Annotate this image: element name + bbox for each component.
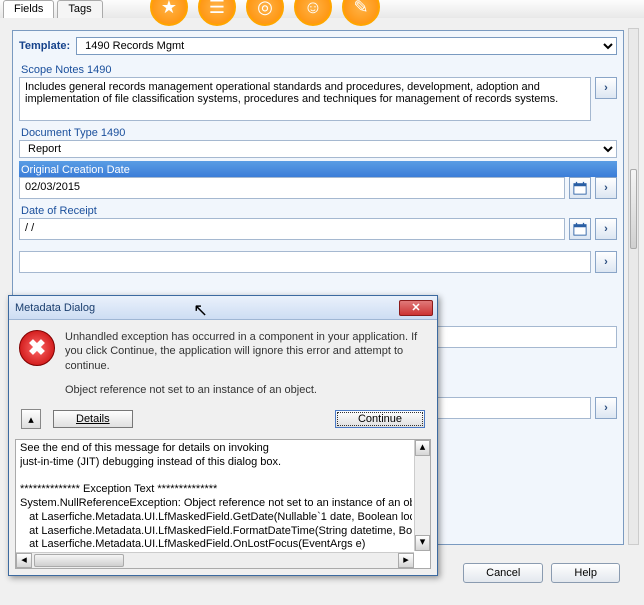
dialog-title: Metadata Dialog (13, 302, 399, 314)
orig-date-header: Original Creation Date (19, 161, 617, 177)
dialog-button-row: ▴ Details Continue (9, 403, 437, 439)
dialog-message: Unhandled exception has occurred in a co… (65, 330, 425, 397)
ribbon-icon-5[interactable]: ✎ (342, 0, 380, 26)
scroll-left-icon[interactable]: ◂ (16, 553, 32, 568)
hidden-field-row-1 (19, 251, 617, 273)
hidden-input-1[interactable] (19, 251, 591, 273)
dialog-body: ✖ Unhandled exception has occurred in a … (9, 320, 437, 403)
ribbon-icon-2[interactable]: ☰ (198, 0, 236, 26)
trace-hscroll-thumb[interactable] (34, 554, 124, 567)
trace-horizontal-scrollbar[interactable]: ◂ ▸ (16, 552, 414, 568)
hidden-more-3[interactable] (595, 397, 617, 419)
orig-date-row: 02/03/2015 (19, 177, 617, 199)
scroll-right-icon[interactable]: ▸ (398, 553, 414, 568)
template-select[interactable]: 1490 Records Mgmt (76, 37, 617, 55)
ribbon-icon-1[interactable]: ★ (150, 0, 188, 26)
doc-type-select[interactable]: Report (19, 140, 617, 158)
receipt-more-button[interactable] (595, 218, 617, 240)
metadata-error-dialog: Metadata Dialog ✕ ✖ Unhandled exception … (8, 295, 438, 576)
cancel-button[interactable]: Cancel (463, 563, 543, 583)
dialog-close-button[interactable]: ✕ (399, 300, 433, 316)
continue-button[interactable]: Continue (335, 410, 425, 428)
receipt-calendar-button[interactable] (569, 218, 591, 240)
panel-scroll-thumb[interactable] (630, 169, 637, 249)
panel-scrollbar[interactable] (628, 28, 639, 545)
close-icon: ✕ (411, 301, 420, 314)
orig-date-calendar-button[interactable] (569, 177, 591, 199)
scroll-down-icon[interactable]: ▾ (415, 535, 430, 551)
doc-type-row: Report (19, 140, 617, 158)
scroll-up-icon[interactable]: ▴ (415, 440, 430, 456)
receipt-row: / / (19, 218, 617, 240)
tab-tags[interactable]: Tags (57, 0, 102, 18)
ribbon-icon-4[interactable]: ☺ (294, 0, 332, 26)
receipt-input[interactable]: / / (19, 218, 565, 240)
scope-notes-header: Scope Notes 1490 (19, 61, 617, 77)
orig-date-input[interactable]: 02/03/2015 (19, 177, 565, 199)
dialog-titlebar[interactable]: Metadata Dialog ✕ (9, 296, 437, 320)
template-row: Template: 1490 Records Mgmt (19, 37, 617, 55)
hidden-more-1[interactable] (595, 251, 617, 273)
trace-vertical-scrollbar[interactable]: ▴ ▾ (414, 440, 430, 551)
doc-type-header: Document Type 1490 (19, 124, 617, 140)
scope-notes-row: Includes general records management oper… (19, 77, 617, 121)
orig-date-more-button[interactable] (595, 177, 617, 199)
scope-notes-more-button[interactable] (595, 77, 617, 99)
exception-trace-text[interactable]: See the end of this message for details … (20, 442, 412, 550)
details-collapse-button[interactable]: ▴ (21, 409, 41, 429)
ribbon-icon-3[interactable]: ◎ (246, 0, 284, 26)
help-button[interactable]: Help (551, 563, 620, 583)
calendar-icon (573, 222, 587, 236)
tab-fields[interactable]: Fields (3, 0, 54, 18)
dialog-message-main: Unhandled exception has occurred in a co… (65, 330, 425, 373)
chevron-up-icon: ▴ (28, 413, 34, 426)
error-icon: ✖ (19, 330, 55, 366)
calendar-icon (573, 181, 587, 195)
dialog-message-sub: Object reference not set to an instance … (65, 383, 425, 397)
template-label: Template: (19, 40, 70, 52)
scope-notes-text[interactable]: Includes general records management oper… (19, 77, 591, 121)
exception-trace-area: See the end of this message for details … (15, 439, 431, 569)
footer-buttons: Cancel Help (463, 563, 620, 583)
receipt-header: Date of Receipt (19, 202, 617, 218)
details-button[interactable]: Details (53, 410, 133, 428)
ribbon-icon-strip: ★ ☰ ◎ ☺ ✎ (150, 0, 380, 26)
